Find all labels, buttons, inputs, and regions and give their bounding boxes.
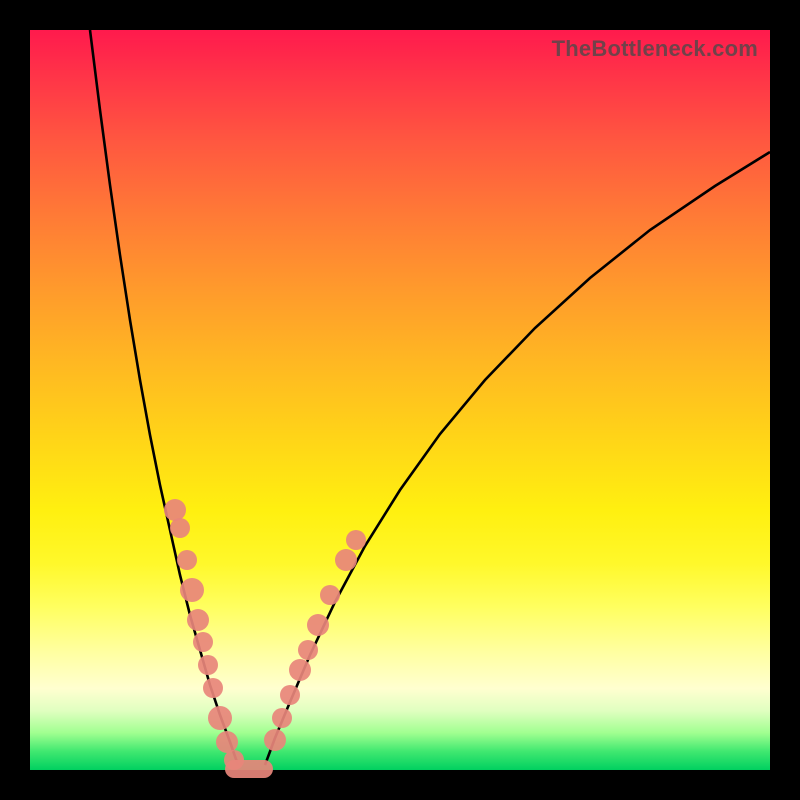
curve-marker [280,685,300,705]
curve-marker [216,731,238,753]
markers-right [264,530,366,751]
chart-svg [30,30,770,770]
right-curve [265,152,770,765]
markers-left [164,499,244,770]
plot-area: TheBottleneck.com [30,30,770,770]
curve-marker [187,609,209,631]
left-curve [90,30,238,765]
bottom-pill-marker [225,760,273,778]
curve-marker [170,518,190,538]
curve-marker [164,499,186,521]
curve-marker [177,550,197,570]
curve-marker [320,585,340,605]
curve-marker [180,578,204,602]
curve-marker [193,632,213,652]
curve-marker [335,549,357,571]
curve-marker [203,678,223,698]
curve-marker [346,530,366,550]
curve-marker [198,655,218,675]
curve-marker [298,640,318,660]
curve-marker [272,708,292,728]
curve-marker [264,729,286,751]
curve-marker [289,659,311,681]
curve-marker [307,614,329,636]
curve-marker [208,706,232,730]
